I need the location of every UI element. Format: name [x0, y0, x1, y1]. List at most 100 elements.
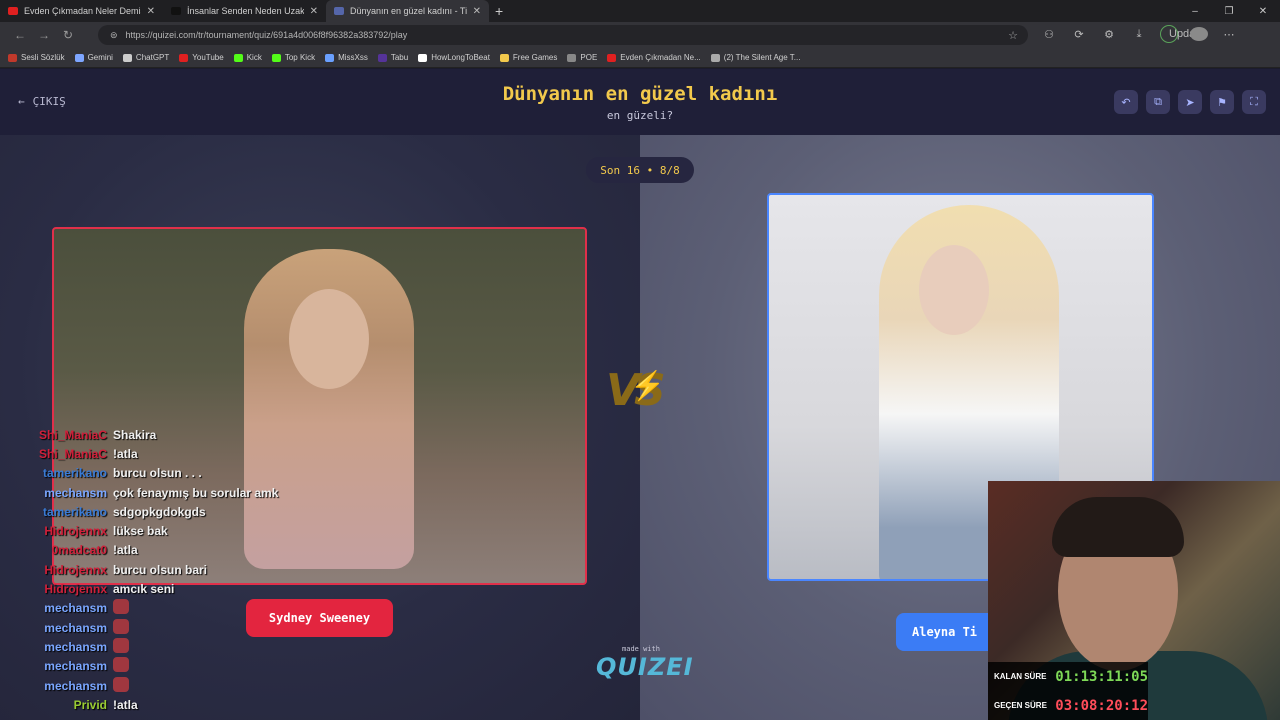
elapsed-timer: GEÇEN SÜRE 03:08:20:12	[988, 691, 1148, 720]
maximize-button[interactable]: ❐	[1212, 6, 1246, 17]
bookmark-label: ChatGPT	[135, 53, 170, 62]
tab-favicon-icon	[8, 7, 18, 15]
bookmark-label: Sesli Sözlük	[21, 53, 65, 62]
timer-overlay: KALAN SÜRE 01:13:11:05 GEÇEN SÜRE 03:08:…	[988, 662, 1148, 720]
chat-username: mechansm	[44, 639, 107, 654]
elapsed-label: GEÇEN SÜRE	[994, 701, 1047, 710]
made-with-badge[interactable]: made with QUIZEI	[596, 645, 693, 681]
bookmark-item[interactable]: Gemini	[74, 53, 113, 62]
browser-tab[interactable]: Evden Çıkmadan Neler Demişim ! ✕	[0, 0, 163, 22]
bookmark-favicon-icon	[567, 53, 577, 62]
chat-message: Privid !atla	[0, 695, 300, 714]
bookmark-item[interactable]: MissXss	[325, 53, 368, 62]
reload-icon[interactable]: ↻	[56, 28, 80, 42]
chat-message: Hidrojennx amcık seni	[0, 579, 300, 598]
profile-avatar[interactable]	[1190, 27, 1208, 41]
bookmark-item[interactable]: HowLongToBeat	[418, 53, 490, 62]
portrait-face	[289, 289, 369, 389]
bookmark-label: Evden Çıkmadan Ne...	[620, 53, 701, 62]
menu-icon[interactable]: ⋯	[1220, 28, 1238, 41]
chat-text	[113, 676, 129, 695]
chat-emote-icon	[113, 657, 129, 673]
new-tab-button[interactable]: +	[495, 3, 503, 19]
close-window-button[interactable]: ✕	[1246, 6, 1280, 17]
fullscreen-icon[interactable]: ⛶	[1242, 90, 1266, 114]
chat-text: !atla	[113, 446, 138, 461]
bookmark-label: Gemini	[87, 53, 113, 62]
bookmark-favicon-icon	[179, 53, 189, 62]
chat-text	[113, 637, 129, 656]
chat-message: tamerikano sdgopkgdokgds	[0, 502, 300, 521]
tab-title: İnsanlar Senden Neden Uzaklaşıy	[187, 6, 304, 16]
bookmark-item[interactable]: Evden Çıkmadan Ne...	[607, 53, 701, 62]
quiz-header: ← ÇIKIŞ Dünyanın en güzel kadını en güze…	[0, 69, 1280, 135]
share-icon[interactable]: ⧉	[1146, 90, 1170, 114]
chat-text	[113, 618, 129, 637]
quiz-page: ← ÇIKIŞ Dünyanın en güzel kadını en güze…	[0, 69, 1280, 720]
close-tab-icon[interactable]: ✕	[310, 6, 318, 17]
chat-username: Hidrojennx	[44, 582, 107, 597]
chat-username: mechansm	[44, 678, 107, 693]
bookmark-item[interactable]: Sesli Sözlük	[8, 53, 65, 62]
chat-text: !atla	[113, 697, 138, 712]
sync-icon[interactable]: ⟳	[1070, 28, 1088, 41]
lightning-icon: ⚡	[630, 370, 665, 401]
chat-text: sdgopkgdokgds	[113, 504, 206, 519]
remaining-timer: KALAN SÜRE 01:13:11:05	[988, 662, 1148, 691]
bookmark-favicon-icon	[122, 53, 132, 62]
bookmark-label: YouTube	[192, 53, 224, 62]
flag-icon[interactable]: ⚑	[1210, 90, 1234, 114]
bookmark-label: POE	[580, 53, 598, 62]
bookmark-favicon-icon	[710, 53, 720, 62]
bookmark-item[interactable]: POE	[567, 53, 597, 62]
browser-tab[interactable]: Dünyanın en güzel kadını - Tier Li ✕	[326, 0, 489, 22]
bookmark-item[interactable]: Kick	[233, 53, 262, 62]
url-field[interactable]: ⊜ https://quizei.com/tr/tournament/quiz/…	[98, 25, 1028, 45]
chat-text	[113, 599, 129, 617]
bookmark-favicon-icon	[271, 53, 281, 62]
download-icon[interactable]: ⤓	[1130, 28, 1148, 41]
tab-title: Evden Çıkmadan Neler Demişim !	[24, 6, 141, 16]
chat-username: mechansm	[44, 620, 107, 635]
streamer-hair	[1052, 497, 1184, 557]
window-controls: – ❐ ✕	[1178, 0, 1280, 22]
chat-username: tamerikano	[42, 466, 107, 481]
bookmark-item[interactable]: ChatGPT	[122, 53, 170, 62]
address-bar-row: ← → ↻ ⊜ https://quizei.com/tr/tournament…	[0, 22, 1280, 48]
close-tab-icon[interactable]: ✕	[147, 6, 155, 17]
chat-message: mechansm	[0, 657, 300, 676]
bookmark-label: Top Kick	[284, 53, 316, 62]
remaining-label: KALAN SÜRE	[994, 672, 1047, 681]
back-nav-icon[interactable]: ←	[8, 28, 32, 42]
extension-puzzle-icon[interactable]: ⚙	[1100, 28, 1118, 41]
forward-nav-icon[interactable]: →	[32, 28, 56, 42]
chat-text: lükse bak	[113, 524, 168, 539]
quizei-logo: QUIZEI	[596, 653, 694, 681]
chat-username: Hidrojennx	[44, 562, 107, 577]
chat-text: burcu olsun bari	[113, 562, 208, 577]
chat-message: 0madcat0 !atla	[0, 541, 300, 560]
bookmark-item[interactable]: YouTube	[179, 53, 224, 62]
bookmark-item[interactable]: Top Kick	[271, 53, 316, 62]
bookmark-item[interactable]: Tabu	[377, 53, 408, 62]
bookmark-label: MissXss	[338, 53, 368, 62]
bookmark-item[interactable]: Free Games	[499, 53, 558, 62]
bookmark-label: Free Games	[512, 53, 558, 62]
site-info-icon[interactable]: ⊜	[110, 30, 118, 41]
send-icon[interactable]: ➤	[1178, 90, 1202, 114]
extension-icon[interactable]: ⚇	[1040, 28, 1058, 41]
chat-emote-icon	[113, 599, 129, 615]
minimize-button[interactable]: –	[1178, 6, 1212, 17]
chat-message: mechansm çok fenaymış bu sorular amk	[0, 483, 300, 502]
bookmark-item[interactable]: (2) The Silent Age T...	[710, 53, 801, 62]
close-tab-icon[interactable]: ✕	[473, 6, 481, 17]
browser-toolbar: ⚇ ⟳ ⚙ ⤓ Update ⋯	[1040, 25, 1238, 43]
undo-icon[interactable]: ↶	[1114, 90, 1138, 114]
chat-message: tamerikano burcu olsun . . .	[0, 464, 300, 483]
chat-text: Shakira	[113, 427, 157, 442]
bookmark-label: (2) The Silent Age T...	[723, 53, 801, 62]
browser-tab[interactable]: İnsanlar Senden Neden Uzaklaşıy ✕	[163, 0, 326, 22]
update-button[interactable]: Update	[1160, 25, 1204, 43]
bookmark-star-icon[interactable]: ☆	[1008, 29, 1018, 42]
chat-username: tamerikano	[42, 504, 107, 519]
